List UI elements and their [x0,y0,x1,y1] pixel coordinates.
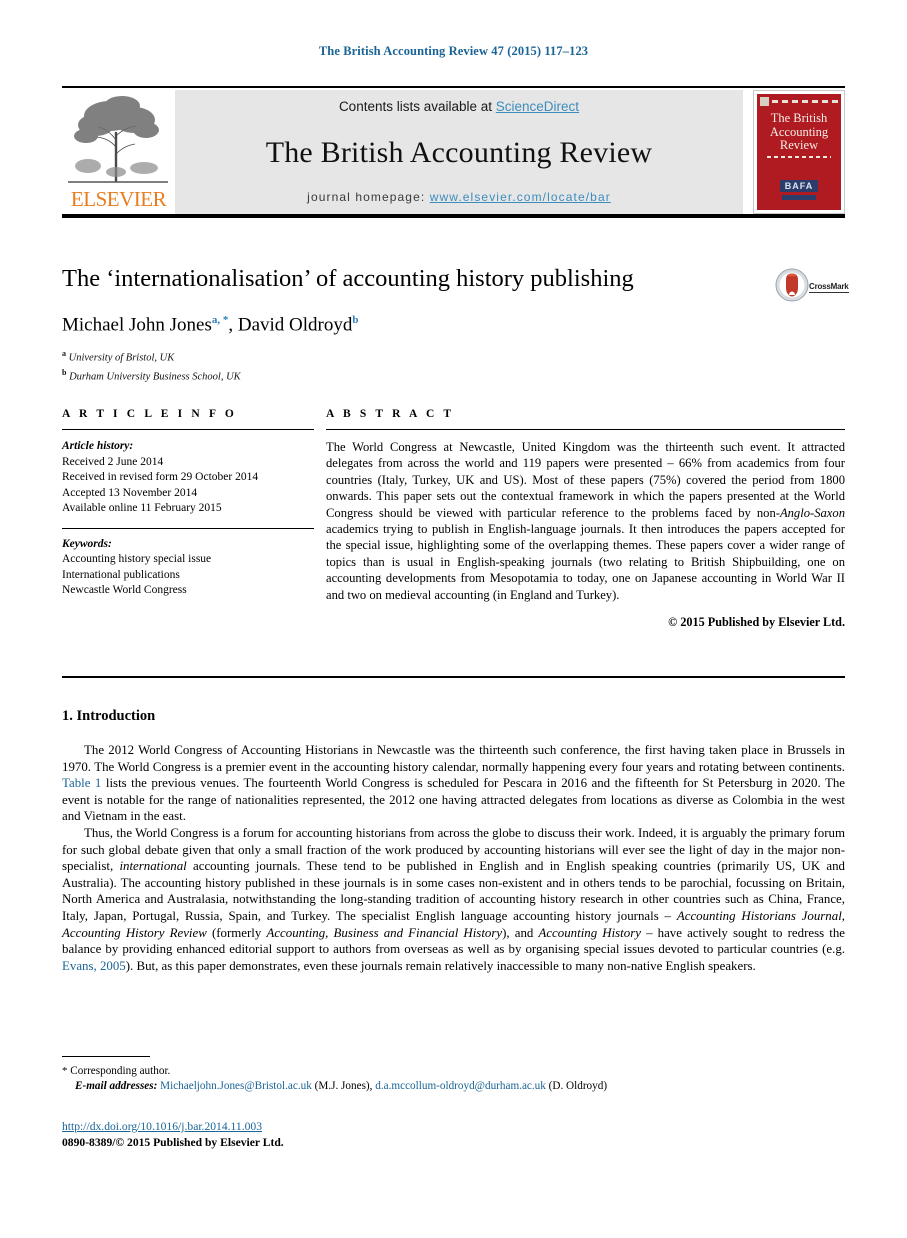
cover-society-badge-label: BAFA [779,180,819,192]
section-heading-introduction: 1. Introduction [62,708,156,724]
footnote-rule [62,1056,150,1057]
contents-prefix: Contents lists available at [338,99,496,114]
article-title-block: The ‘internationalisation’ of accounting… [62,264,845,384]
issn-copyright-line: 0890-8389/© 2015 Published by Elsevier L… [62,1136,284,1149]
article-title: The ‘internationalisation’ of accounting… [62,265,634,292]
author-name-2: David Oldroyd [237,314,353,336]
abstract-text: The World Congress at Newcastle, United … [326,440,845,602]
body-top-rule [62,676,845,678]
crossmark-label: CrossMark [809,282,849,293]
author-list: Michael John Jonesa, *, David Oldroydb [62,308,845,337]
keywords-divider [62,527,314,529]
author-marks-1: a, * [211,314,229,326]
keywords-label: Keywords: [62,537,112,550]
crossmark-icon [775,268,809,302]
keyword-item: Accounting history special issue [62,553,212,565]
cover-society-badge-bar [782,195,816,200]
article-info-section: A R T I C L E I N F O Article history: R… [62,408,314,599]
email-addresses-line: E-mail addresses: Michaeljohn.Jones@Bris… [75,1080,608,1092]
abstract-rule [326,429,845,430]
doi-link[interactable]: http://dx.doi.org/10.1016/j.bar.2014.11.… [62,1120,262,1133]
article-history-label: Article history: [62,440,134,452]
email-link-jones[interactable]: Michaeljohn.Jones@Bristol.ac.uk [160,1080,312,1092]
cover-title-line-3: Review [779,138,819,152]
table-1-link[interactable]: Table 1 [62,776,101,790]
cover-divider [767,156,831,158]
article-history-item: Available online 11 February 2015 [62,502,222,514]
sciencedirect-link[interactable]: ScienceDirect [496,99,579,114]
email-addresses-label: E-mail addresses: [75,1080,158,1092]
affiliation-list: a University of Bristol, UK b Durham Uni… [62,347,845,384]
author-joiner: , [228,314,238,336]
cover-title: The British Accounting Review [757,111,841,153]
journal-homepage-link[interactable]: www.elsevier.com/locate/bar [430,190,611,204]
article-history-item: Received in revised form 29 October 2014 [62,471,259,483]
email-owner-oldroyd: (D. Oldroyd) [548,1080,608,1092]
body-paragraph-2: Thus, the World Congress is a forum for … [62,825,845,973]
email-link-oldroyd[interactable]: d.a.mccollum-oldroyd@durham.ac.uk [375,1080,546,1092]
corresponding-author-note: * Corresponding author. [62,1064,762,1079]
cover-topbar [760,97,838,106]
running-head: The British Accounting Review 47 (2015) … [318,44,589,58]
elsevier-logo: ELSEVIER [62,90,175,214]
affiliation-1: a University of Bristol, UK [62,347,845,366]
contents-lists-line: Contents lists available at ScienceDirec… [175,99,743,114]
paper-page: The British Accounting Review 47 (2015) … [0,0,907,1238]
corresponding-author-text: Corresponding author. [70,1065,171,1077]
body-paragraph-1: The 2012 World Congress of Accounting Hi… [62,743,845,824]
affiliation-2: b Durham University Business School, UK [62,366,845,385]
elsevier-tree-icon [66,92,170,186]
crossmark-badge[interactable]: CrossMark [775,268,849,308]
homepage-prefix: journal homepage: [307,190,430,204]
abstract-copyright: © 2015 Published by Elsevier Ltd. [668,615,845,630]
affiliation-text-2: Durham University Business School, UK [69,371,241,383]
article-history-item: Accepted 13 November 2014 [62,486,198,499]
masthead-bottom-rule [62,214,845,218]
cover-dash-rule [772,100,838,103]
journal-cover-thumbnail[interactable]: The British Accounting Review BAFA [753,90,845,214]
cover-elsevier-mark-icon [760,97,769,106]
footnote-block: * Corresponding author. E-mail addresses… [62,1056,762,1094]
article-info-rule [62,429,314,430]
affiliation-mark-2: b [62,367,67,377]
affiliation-mark-1: a [62,349,66,359]
evans-2005-citation-link[interactable]: Evans, 2005 [62,959,126,973]
elsevier-wordmark: ELSEVIER [70,187,167,211]
body-text: The 2012 World Congress of Accounting Hi… [62,742,845,974]
cover-title-line-1: The British [770,111,828,125]
keyword-item: International publications [62,568,180,581]
abstract-heading: A B S T R A C T [326,408,455,420]
abstract-section: A B S T R A C T The World Congress at Ne… [326,408,845,630]
journal-title: The British Accounting Review [265,136,653,169]
keyword-item: Newcastle World Congress [62,584,187,596]
author-marks-2: b [352,314,359,326]
article-history-item: Received 2 June 2014 [62,455,164,468]
author-name-1: Michael John Jones [62,314,212,336]
corresponding-author-marker: * [62,1065,68,1077]
affiliation-text-1: University of Bristol, UK [68,352,175,364]
email-owner-jones: (M.J. Jones) [314,1080,370,1092]
cover-title-line-2: Accounting [769,124,829,139]
cover-society-badge: BAFA [757,176,841,200]
journal-masthead: ELSEVIER Contents lists available at Sci… [62,86,845,214]
article-info-heading: A R T I C L E I N F O [62,408,237,420]
journal-banner: Contents lists available at ScienceDirec… [175,90,743,214]
journal-homepage-line: journal homepage: www.elsevier.com/locat… [175,190,743,204]
